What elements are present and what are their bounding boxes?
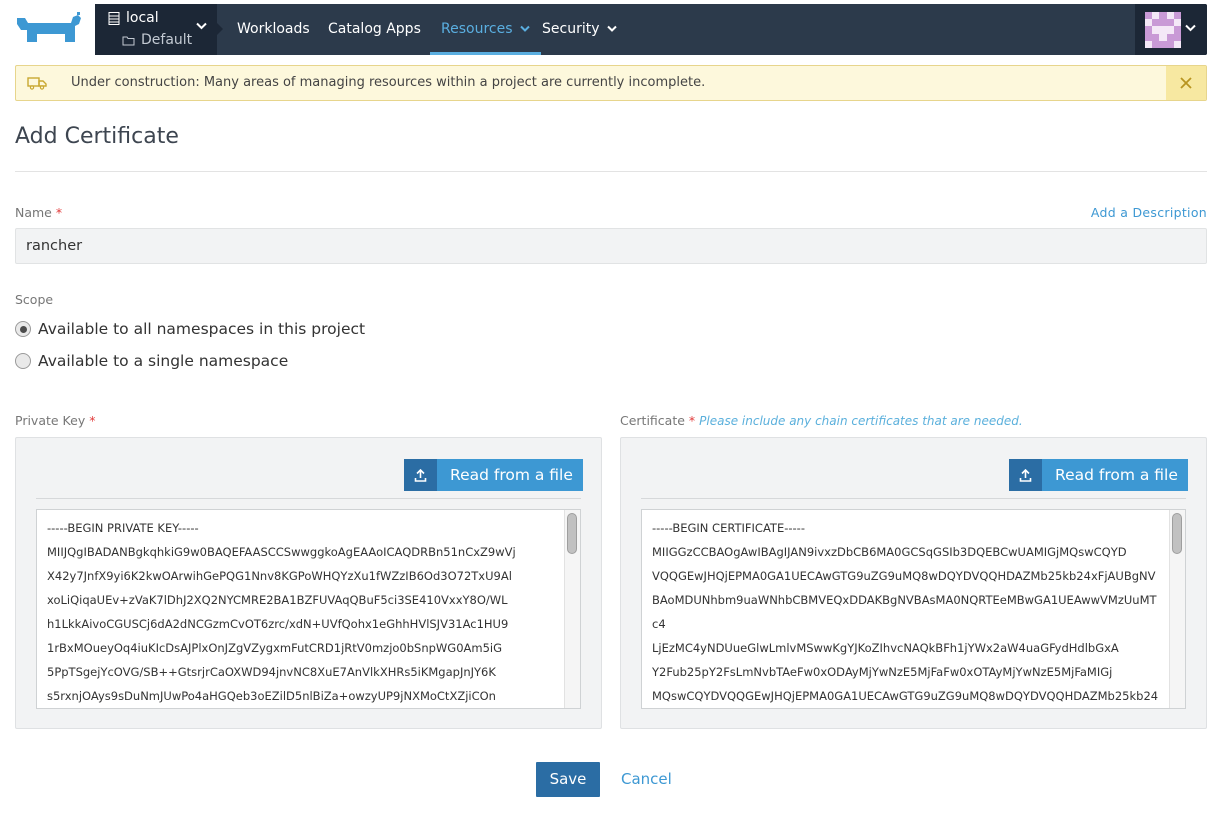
- folder-icon: [122, 36, 135, 45]
- certificate-panel: Read from a file -----BEGIN CERTIFICATE-…: [620, 437, 1207, 729]
- scope-option-namespace[interactable]: Available to a single namespace: [15, 352, 288, 370]
- nav-workloads[interactable]: Workloads: [237, 4, 310, 55]
- close-icon[interactable]: [1166, 66, 1206, 100]
- nav-catalog-apps[interactable]: Catalog Apps: [328, 4, 421, 55]
- certificate-read-file-button[interactable]: Read from a file: [1009, 459, 1188, 491]
- required-mark: *: [89, 413, 96, 428]
- certificate-label: Certificate * Please include any chain c…: [620, 413, 1023, 428]
- required-mark: *: [55, 205, 63, 220]
- chevron-down-icon: [520, 25, 530, 32]
- name-input[interactable]: [15, 228, 1207, 264]
- name-label: Name *: [15, 205, 62, 220]
- divider: [36, 498, 581, 499]
- private-key-label: Private Key *: [15, 413, 95, 428]
- read-file-label: Read from a file: [1042, 459, 1188, 491]
- nav-security[interactable]: Security: [542, 4, 617, 55]
- construction-banner: Under construction: Many areas of managi…: [15, 65, 1207, 101]
- certificate-line: -----BEGIN CERTIFICATE-----: [652, 521, 805, 535]
- private-key-panel: Read from a file -----BEGIN PRIVATE KEY-…: [15, 437, 602, 729]
- project-name: Default: [122, 32, 192, 48]
- certificate-hint: Please include any chain certificates th…: [699, 414, 1023, 428]
- upload-icon: [404, 459, 437, 491]
- private_key-line: h1LkkAivoCGUSCj6dA2dNCGzmCvOT6zrc/xdN+UV…: [47, 617, 509, 631]
- truck-icon: [16, 66, 57, 100]
- private_key-line: MIIJQgIBADANBgkqhkiG9w0BAQEFAASCCSwwggko…: [47, 545, 516, 559]
- certificate-line: LjEzMC4yNDUueGlwLmlvMSwwKgYJKoZIhvcNAQkB…: [652, 641, 1119, 655]
- nav-resources-label: Resources: [441, 21, 513, 37]
- scope-option-project[interactable]: Available to all namespaces in this proj…: [15, 320, 365, 338]
- certificate-line: Y2Fub25pY2FsLmNvbTAeFw0xODAyMjYwNzE5MjFa…: [652, 665, 1113, 679]
- private_key-line: xoLiQiqaUEv+zVaK7lDhJ2XQ2NYCMRE2BA1BZFUV…: [47, 593, 508, 607]
- nav-resources[interactable]: Resources: [430, 4, 541, 55]
- certificate-line: MIIGGzCCBAOgAwIBAgIJAN9ivxzDbCB6MA0GCSqG…: [652, 545, 1127, 559]
- chevron-down-icon[interactable]: [1185, 24, 1196, 32]
- chevron-down-icon: [607, 25, 617, 32]
- scope-option-namespace-label: Available to a single namespace: [38, 352, 289, 370]
- private-key-content: -----BEGIN PRIVATE KEY----- MIIJQgIBADANB…: [47, 516, 558, 708]
- scrollbar[interactable]: [1169, 510, 1185, 708]
- upload-icon: [1009, 459, 1042, 491]
- certificate-line: BAoMDUNhbm9uaWNhbCBMVEQxDDAKBgNVBAsMA0NQ…: [652, 593, 1157, 607]
- radio-selected[interactable]: [15, 321, 31, 337]
- add-description-link[interactable]: Add a Description: [1091, 205, 1207, 220]
- scroll-thumb[interactable]: [1172, 513, 1182, 554]
- radio-unselected[interactable]: [15, 353, 31, 369]
- cluster-label: local: [126, 10, 159, 26]
- certificate-line: VQQGEwJHQjEPMA0GA1UECAwGTG9uZG9uMQ8wDQYD…: [652, 569, 1156, 583]
- read-file-label: Read from a file: [437, 459, 583, 491]
- private_key-line: X42y7JnfX9yi6K2kwOArwihGePQG1Nnv8KGPoWHQ…: [47, 569, 512, 583]
- divider: [641, 498, 1186, 499]
- certificate-textarea[interactable]: -----BEGIN CERTIFICATE----- MIIGGzCCBAOgA…: [641, 509, 1186, 709]
- nav-security-label: Security: [542, 21, 600, 37]
- certificate-content: -----BEGIN CERTIFICATE----- MIIGGzCCBAOgA…: [652, 516, 1163, 708]
- banner-message: Under construction: Many areas of managi…: [71, 75, 706, 90]
- cluster-name: local: [108, 10, 159, 26]
- scrollbar[interactable]: [564, 510, 580, 708]
- private-key-read-file-button[interactable]: Read from a file: [404, 459, 583, 491]
- user-menu[interactable]: [1135, 4, 1207, 55]
- avatar[interactable]: [1145, 12, 1181, 48]
- required-mark: *: [688, 413, 696, 428]
- project-label: Default: [141, 32, 193, 48]
- certificate-line: c4: [652, 617, 666, 631]
- private-key-textarea[interactable]: -----BEGIN PRIVATE KEY----- MIIJQgIBADANB…: [36, 509, 581, 709]
- private_key-line: s5rxnjOAys9sDuNmJUwPo4aHGQeb3oEZilD5nlBi…: [47, 689, 496, 703]
- chevron-down-icon[interactable]: [196, 22, 207, 30]
- cluster-icon: [108, 11, 120, 25]
- scroll-thumb[interactable]: [567, 513, 577, 554]
- private_key-line: 5PpTSgejYcOVG/SB++GtsrjrCaOXWD94jnvNC8Xu…: [47, 665, 496, 679]
- scope-option-project-label: Available to all namespaces in this proj…: [38, 320, 366, 338]
- top-navigation: local Default Workloads Catalog Apps Res…: [95, 4, 1207, 55]
- divider: [15, 171, 1207, 172]
- private-key-label-text: Private Key: [15, 413, 86, 428]
- name-label-text: Name: [15, 205, 52, 220]
- scope-label: Scope: [15, 292, 54, 307]
- cluster-project-switcher[interactable]: local Default: [95, 4, 223, 55]
- private_key-line: 1rBxMOueyOq4iuKIcDsAJPlxOnJZgVZygxmFutCR…: [47, 641, 503, 655]
- page-title: Add Certificate: [15, 124, 179, 149]
- certificate-label-text: Certificate: [620, 413, 685, 428]
- certificate-line: MQswCQYDVQQGEwJHQjEPMA0GA1UECAwGTG9uZG9u…: [652, 689, 1159, 703]
- private_key-line: -----BEGIN PRIVATE KEY-----: [47, 521, 199, 535]
- save-button[interactable]: Save: [536, 762, 600, 797]
- rancher-logo[interactable]: [15, 12, 83, 46]
- cancel-button[interactable]: Cancel: [621, 770, 672, 788]
